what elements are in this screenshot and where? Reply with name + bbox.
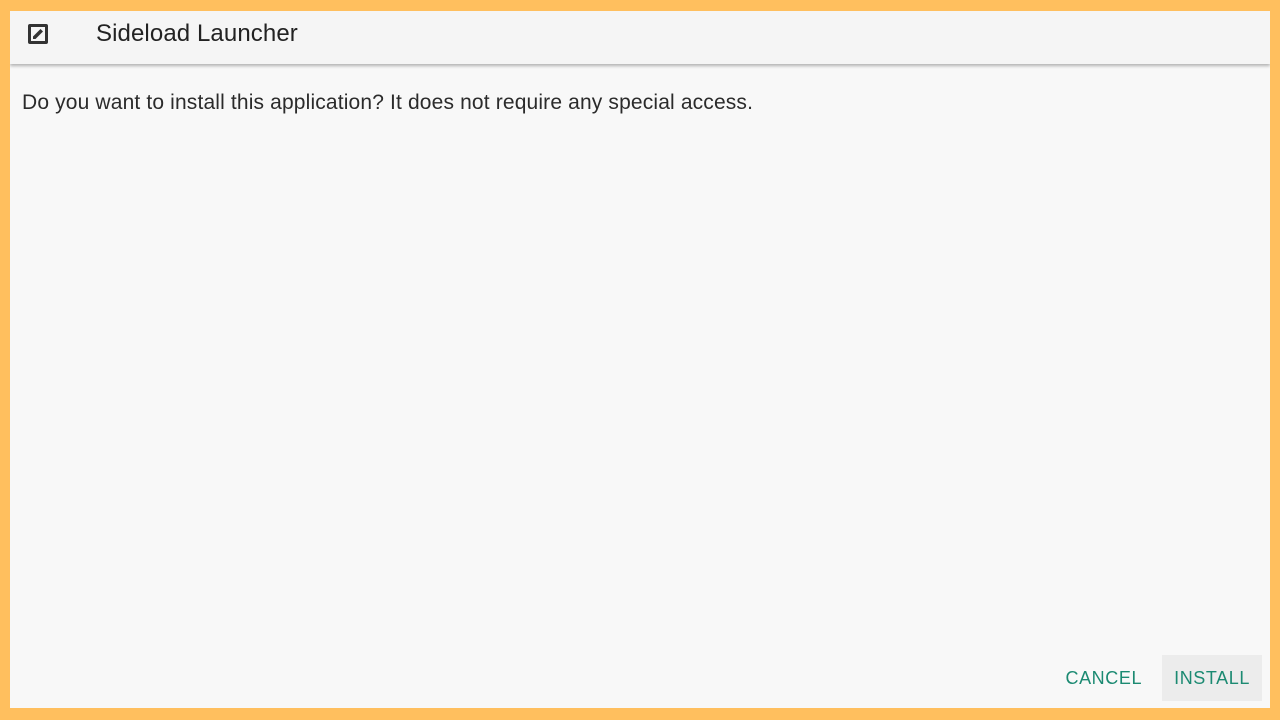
cancel-button[interactable]: CANCEL	[1053, 655, 1154, 701]
dialog-actions: CANCEL INSTALL	[1053, 651, 1262, 705]
app-title: Sideload Launcher	[96, 20, 298, 47]
installer-screen: Sideload Launcher Do you want to install…	[10, 11, 1270, 708]
app-bar: Sideload Launcher	[10, 11, 1270, 64]
install-message: Do you want to install this application?…	[22, 91, 754, 114]
install-button[interactable]: INSTALL	[1162, 655, 1262, 701]
edit-box-icon	[26, 22, 50, 46]
